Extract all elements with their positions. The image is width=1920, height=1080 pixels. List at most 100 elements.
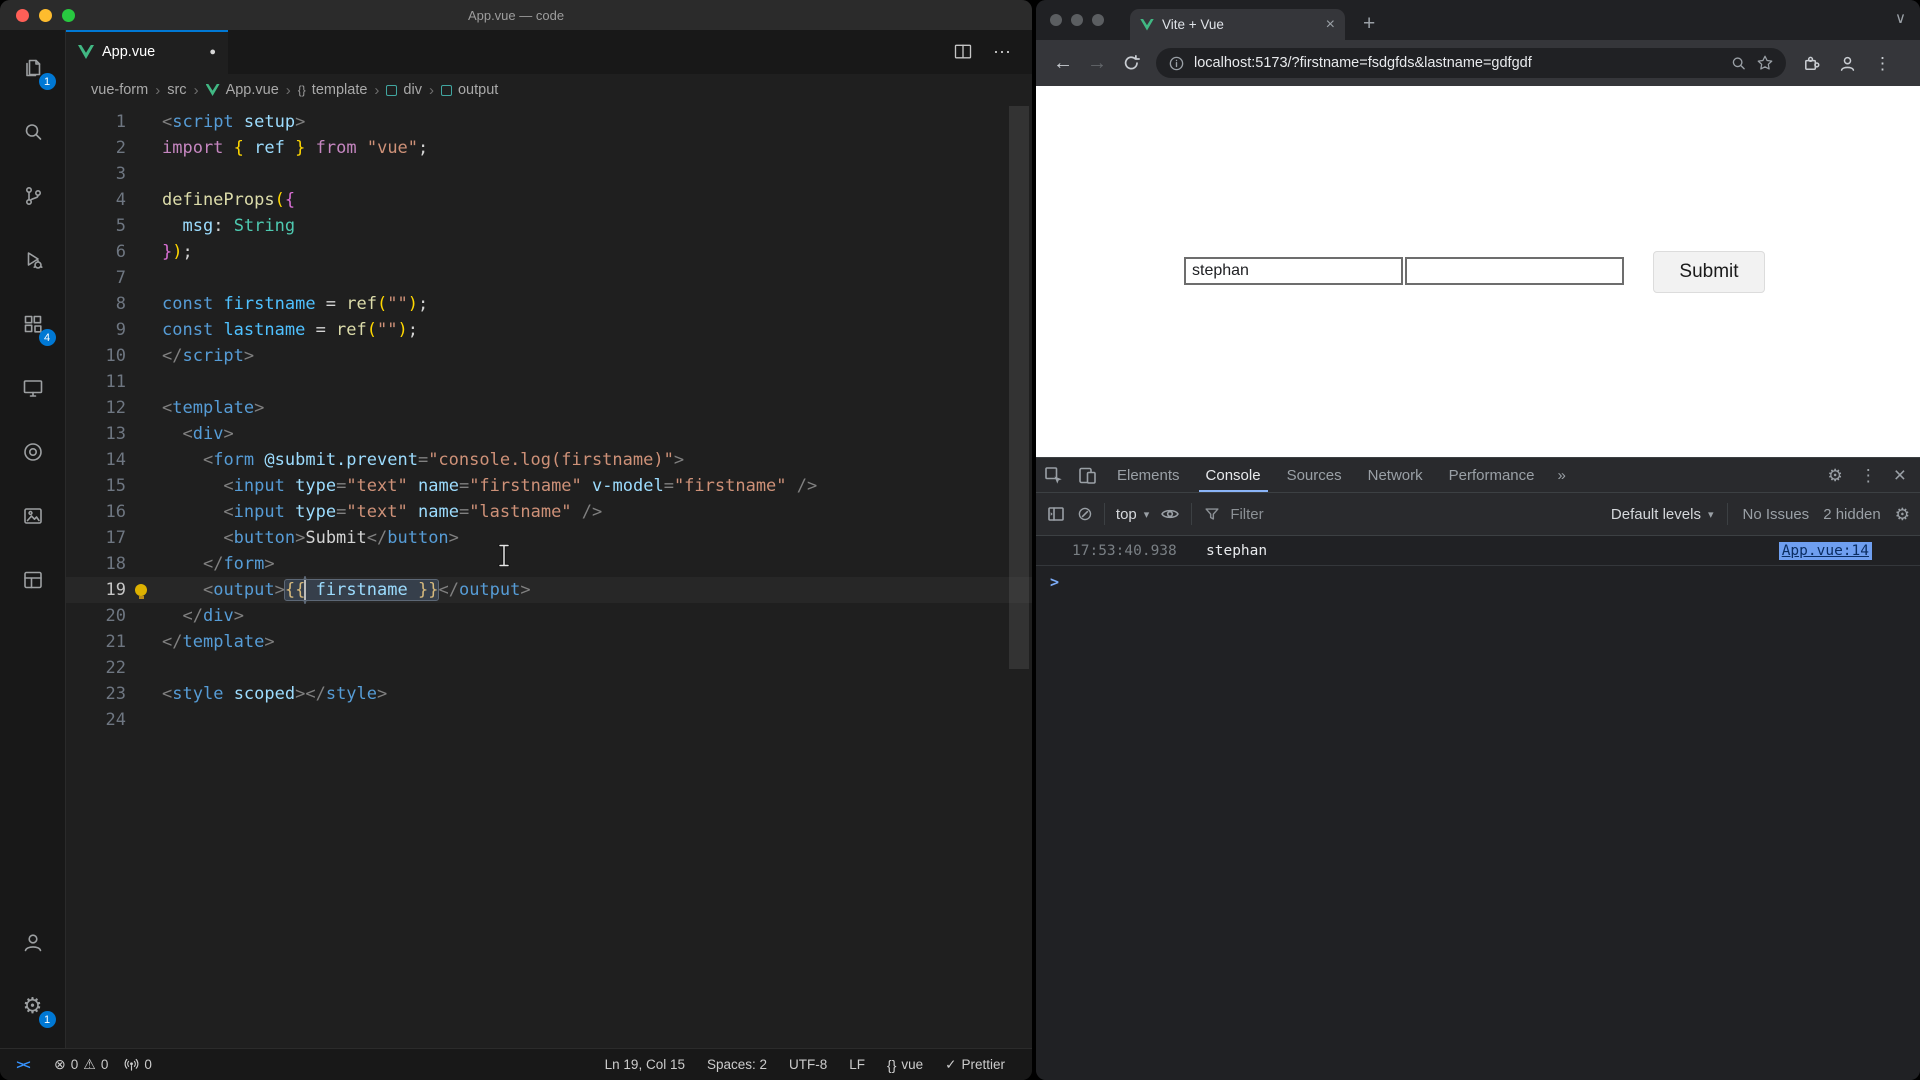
- code-line[interactable]: 10 </script>: [66, 343, 1032, 369]
- code-line[interactable]: 20 </div>: [66, 603, 1032, 629]
- remote-explorer-icon[interactable]: [9, 356, 57, 420]
- encoding-status[interactable]: UTF-8: [778, 1057, 838, 1072]
- code-line[interactable]: 11: [66, 369, 1032, 395]
- new-tab-button[interactable]: +: [1363, 13, 1375, 34]
- close-window-button[interactable]: [16, 9, 29, 22]
- devtools-tab-performance[interactable]: Performance: [1436, 458, 1548, 492]
- devtools-tab-sources[interactable]: Sources: [1274, 458, 1355, 492]
- bookmark-star-icon[interactable]: [1756, 54, 1774, 72]
- live-expression-eye-icon[interactable]: [1160, 504, 1180, 524]
- breadcrumb-item-output[interactable]: output: [440, 82, 498, 98]
- minimize-window-button[interactable]: [1071, 14, 1083, 26]
- code-line[interactable]: 19 <output>{{ firstname }}</output>: [66, 577, 1032, 603]
- browser-tabstrip[interactable]: Vite + Vue × + ∨: [1036, 0, 1920, 40]
- code-line[interactable]: 12 <template>: [66, 395, 1032, 421]
- lightbulb-icon[interactable]: [135, 584, 147, 599]
- formatter-status[interactable]: ✓ Prettier: [934, 1057, 1016, 1073]
- unsaved-changes-dot[interactable]: ●: [209, 46, 216, 58]
- devtools-settings-icon[interactable]: ⚙: [1827, 467, 1842, 484]
- lastname-input[interactable]: [1405, 257, 1624, 285]
- more-tabs-icon[interactable]: »: [1548, 467, 1576, 484]
- code-line[interactable]: 14 <form @submit.prevent="console.log(fi…: [66, 447, 1032, 473]
- console-input-row[interactable]: >: [1036, 566, 1920, 598]
- devtools-menu-icon[interactable]: ⋮: [1860, 467, 1877, 484]
- extensions-icon[interactable]: 4: [9, 292, 57, 356]
- site-info-icon[interactable]: [1168, 55, 1185, 72]
- device-toolbar-icon[interactable]: [1070, 458, 1104, 492]
- back-button[interactable]: ←: [1046, 46, 1080, 80]
- split-editor-icon[interactable]: [953, 42, 973, 62]
- code-line[interactable]: 13 <div>: [66, 421, 1032, 447]
- breadcrumb-item-src[interactable]: src: [167, 82, 186, 98]
- browser-menu-icon[interactable]: ⋮: [1874, 55, 1891, 72]
- code-line[interactable]: 16 <input type="text" name="lastname" />: [66, 499, 1032, 525]
- code-line[interactable]: 6});: [66, 239, 1032, 265]
- settings-gear-icon[interactable]: ⚙ 1: [9, 974, 57, 1038]
- run-debug-icon[interactable]: [9, 228, 57, 292]
- firstname-input[interactable]: [1184, 257, 1403, 285]
- console-source-link[interactable]: App.vue:14: [1778, 541, 1872, 560]
- code-line[interactable]: 7: [66, 265, 1032, 291]
- cursor-position-status[interactable]: Ln 19, Col 15: [594, 1057, 696, 1072]
- breadcrumb-item-template[interactable]: {} template: [298, 82, 368, 98]
- breadcrumb-item-div[interactable]: div: [386, 82, 422, 98]
- tab-search-icon[interactable]: ∨: [1895, 9, 1906, 27]
- ports-status[interactable]: 0: [116, 1057, 160, 1072]
- minimize-window-button[interactable]: [39, 9, 52, 22]
- vscode-titlebar[interactable]: App.vue — code: [0, 0, 1032, 30]
- devtools-close-icon[interactable]: ×: [1894, 465, 1906, 486]
- browser-tab[interactable]: Vite + Vue ×: [1130, 9, 1345, 40]
- issues-status[interactable]: No Issues: [1742, 506, 1809, 523]
- code-line[interactable]: 5 msg: String: [66, 213, 1032, 239]
- clear-console-icon[interactable]: ⊘: [1077, 505, 1093, 524]
- devtools-tab-network[interactable]: Network: [1355, 458, 1436, 492]
- media-extension-icon[interactable]: [9, 484, 57, 548]
- tab-close-icon[interactable]: ×: [1326, 16, 1335, 33]
- reload-button[interactable]: [1114, 46, 1148, 80]
- code-line[interactable]: 23 <style scoped></style>: [66, 681, 1032, 707]
- code-line[interactable]: 9 const lastname = ref("");: [66, 317, 1032, 343]
- code-line[interactable]: 18 </form>: [66, 551, 1032, 577]
- forward-button[interactable]: →: [1080, 46, 1114, 80]
- log-levels-select[interactable]: Default levels ▾: [1611, 506, 1714, 523]
- extension-ring-icon[interactable]: [9, 420, 57, 484]
- code-line[interactable]: 17 <button>Submit</button>: [66, 525, 1032, 551]
- code-line[interactable]: 3: [66, 161, 1032, 187]
- search-icon[interactable]: [9, 100, 57, 164]
- editor-scrollbar[interactable]: [1009, 106, 1029, 669]
- code-editor[interactable]: 1 <script setup> 2 import { ref } from "vue…: [66, 106, 1032, 1048]
- code-line[interactable]: 4 defineProps({: [66, 187, 1032, 213]
- code-line[interactable]: 24: [66, 707, 1032, 733]
- extensions-puzzle-icon[interactable]: [1802, 54, 1821, 73]
- url-text[interactable]: localhost:5173/?firstname=fsdgfds&lastna…: [1194, 55, 1721, 71]
- code-line[interactable]: 8 const firstname = ref("");: [66, 291, 1032, 317]
- tab-app-vue[interactable]: App.vue ●: [66, 30, 228, 74]
- remote-indicator[interactable]: ><: [0, 1049, 46, 1080]
- code-line[interactable]: 21 </template>: [66, 629, 1032, 655]
- source-control-icon[interactable]: [9, 164, 57, 228]
- explorer-icon[interactable]: 1: [9, 36, 57, 100]
- submit-button[interactable]: Submit: [1653, 251, 1765, 293]
- javascript-context-select[interactable]: top ▾: [1116, 506, 1149, 523]
- layout-extension-icon[interactable]: [9, 548, 57, 612]
- devtools-tab-elements[interactable]: Elements: [1104, 458, 1193, 492]
- console-message-row[interactable]: 17:53:40.938 stephan App.vue:14: [1036, 536, 1920, 566]
- devtools-tab-console[interactable]: Console: [1193, 458, 1274, 492]
- console-filter-input[interactable]: Filter: [1203, 505, 1423, 523]
- zoom-window-button[interactable]: [1092, 14, 1104, 26]
- inspect-element-icon[interactable]: [1036, 458, 1070, 492]
- language-mode-status[interactable]: {} vue: [876, 1057, 934, 1073]
- code-line[interactable]: 1 <script setup>: [66, 109, 1032, 135]
- console-sidebar-icon[interactable]: [1046, 504, 1066, 524]
- eol-status[interactable]: LF: [838, 1057, 876, 1072]
- address-bar[interactable]: localhost:5173/?firstname=fsdgfds&lastna…: [1156, 48, 1786, 78]
- account-icon[interactable]: [9, 910, 57, 974]
- code-line[interactable]: 15 <input type="text" name="firstname" v…: [66, 473, 1032, 499]
- console-settings-icon[interactable]: ⚙: [1895, 506, 1910, 523]
- code-line[interactable]: 2 import { ref } from "vue";: [66, 135, 1032, 161]
- code-line[interactable]: 22: [66, 655, 1032, 681]
- close-window-button[interactable]: [1050, 14, 1062, 26]
- profile-icon[interactable]: [1838, 54, 1857, 73]
- hidden-messages-count[interactable]: 2 hidden: [1823, 506, 1881, 523]
- indentation-status[interactable]: Spaces: 2: [696, 1057, 778, 1072]
